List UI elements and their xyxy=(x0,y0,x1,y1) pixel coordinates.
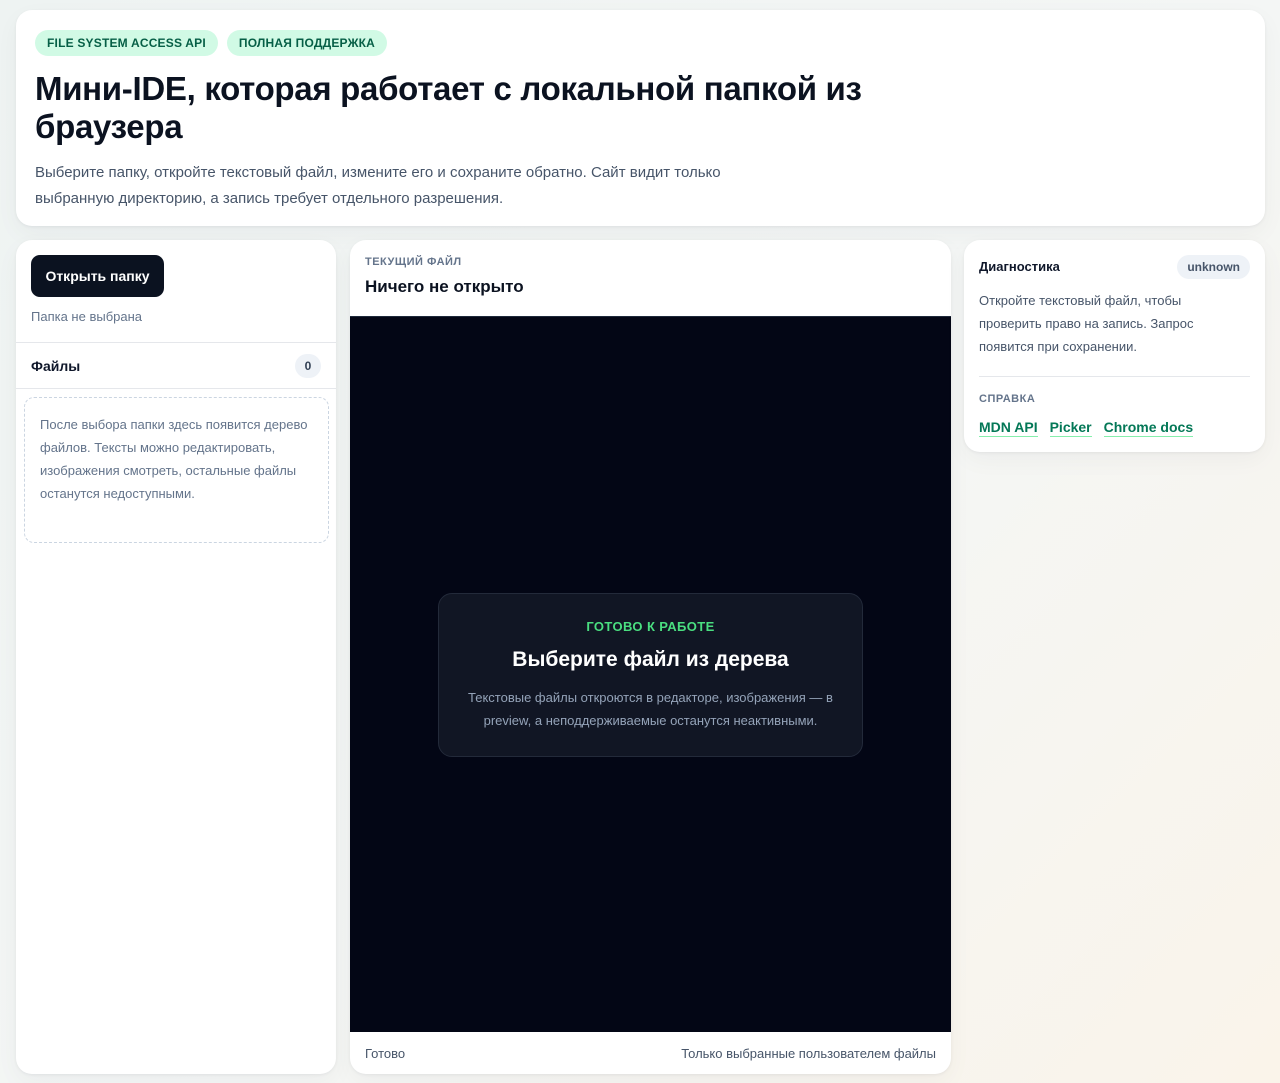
diagnostics-text: Откройте текстовый файл, чтобы проверить… xyxy=(979,293,1194,354)
file-tree-empty-state: После выбора папки здесь появится дерево… xyxy=(24,397,329,543)
help-links: MDN API Picker Chrome docs xyxy=(979,419,1194,437)
help-label: СПРАВКА xyxy=(979,393,1036,405)
ready-text: Текстовые файлы откроются в редакторе, и… xyxy=(468,690,833,728)
badge-row: FILE SYSTEM ACCESS API ПОЛНАЯ ПОДДЕРЖКА xyxy=(35,30,1246,56)
open-folder-button[interactable]: Открыть папку xyxy=(31,255,164,297)
file-sidebar: Открыть папку Папка не выбрана Файлы 0 П… xyxy=(16,240,336,1074)
diagnostics-title: Диагностика xyxy=(979,259,1060,274)
status-right: Только выбранные пользователем файлы xyxy=(681,1045,936,1061)
editor-panel: ТЕКУЩИЙ ФАЙЛ Ничего не открыто ГОТОВО К … xyxy=(350,240,951,1074)
files-title: Файлы xyxy=(31,358,81,374)
mdn-api-link[interactable]: MDN API xyxy=(979,419,1038,437)
status-left: Готово xyxy=(365,1045,406,1061)
status-bar: Готово Только выбранные пользователем фа… xyxy=(350,1032,951,1074)
current-file-label: ТЕКУЩИЙ ФАЙЛ xyxy=(365,256,462,268)
hero-card: FILE SYSTEM ACCESS API ПОЛНАЯ ПОДДЕРЖКА … xyxy=(16,10,1265,226)
diagnostics-panel: Диагностика unknown Откройте текстовый ф… xyxy=(964,240,1265,452)
current-file-name: Ничего не открыто xyxy=(365,277,524,296)
picker-link[interactable]: Picker xyxy=(1049,419,1092,437)
editor-area[interactable]: ГОТОВО К РАБОТЕ Выберите файл из дерева … xyxy=(350,316,951,1032)
page-title: Мини-IDE, которая работает с локальной п… xyxy=(35,70,862,145)
api-badge: FILE SYSTEM ACCESS API xyxy=(35,30,218,56)
ready-tag: ГОТОВО К РАБОТЕ xyxy=(586,619,715,634)
folder-status: Папка не выбрана xyxy=(31,309,143,324)
ready-title: Выберите файл из дерева xyxy=(512,648,789,671)
permission-status-badge: unknown xyxy=(1177,255,1250,279)
divider xyxy=(16,388,336,389)
support-badge: ПОЛНАЯ ПОДДЕРЖКА xyxy=(226,30,388,56)
divider xyxy=(16,342,336,343)
chrome-docs-link[interactable]: Chrome docs xyxy=(1103,419,1194,437)
page-description: Выберите папку, откройте текстовый файл,… xyxy=(35,164,721,207)
files-count-badge: 0 xyxy=(295,354,321,378)
ready-placeholder: ГОТОВО К РАБОТЕ Выберите файл из дерева … xyxy=(438,593,863,757)
divider xyxy=(979,376,1250,377)
